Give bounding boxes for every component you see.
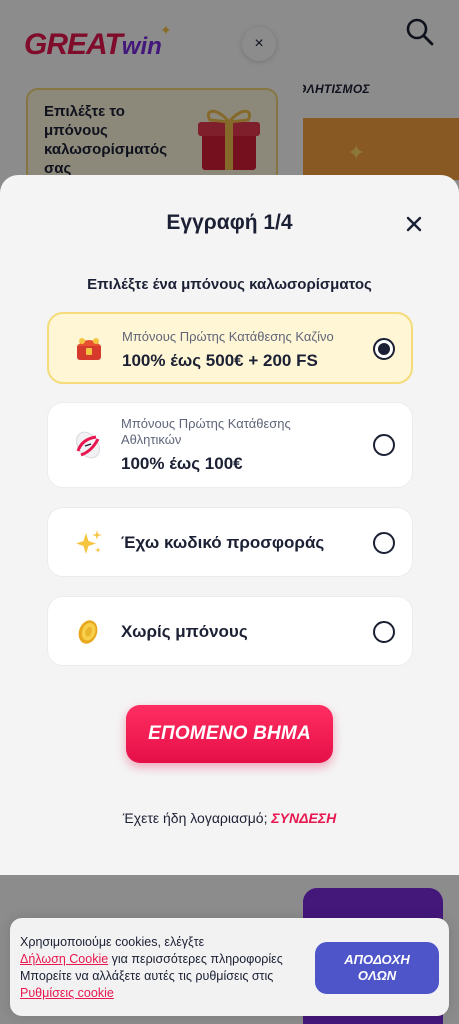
bonus-option-sports-radio[interactable] xyxy=(373,434,395,456)
bonus-option-casino-value: 100% έως 500€ + 200 FS xyxy=(122,351,318,370)
bonus-option-promo-code-radio[interactable] xyxy=(373,532,395,554)
bonus-option-casino-label: Μπόνους Πρώτης Κατάθεσης Καζίνο xyxy=(122,329,334,344)
accept-all-cookies-button[interactable]: ΑΠΟΔΟΧΗ ΟΛΩΝ xyxy=(315,942,439,994)
cookie-policy-link[interactable]: Δήλωση Cookie xyxy=(20,952,108,966)
cookie-banner: Χρησιμοποιούμε cookies, ελέγξτε Δήλωση C… xyxy=(10,918,449,1016)
coin-icon xyxy=(72,616,104,648)
bonus-option-none[interactable]: Χωρίς μπόνους xyxy=(47,596,413,666)
registration-modal: Εγγραφή 1/4 Επιλέξτε ένα μπόνους καλωσορ… xyxy=(0,175,459,875)
close-icon xyxy=(406,216,422,232)
casino-chest-icon xyxy=(73,332,105,364)
cookie-line-3: Μπορείτε να αλλάξετε αυτές τις ρυθμίσεις… xyxy=(20,969,274,983)
bonus-option-none-label: Χωρίς μπόνους xyxy=(121,622,248,641)
bonus-option-promo-code-label: Έχω κωδικό προσφοράς xyxy=(121,533,325,552)
login-prompt: Έχετε ήδη λογαριασμό; xyxy=(122,810,268,826)
bonus-option-casino-radio[interactable] xyxy=(373,338,395,360)
cookie-text: Χρησιμοποιούμε cookies, ελέγξτε Δήλωση C… xyxy=(20,934,320,1002)
next-step-button[interactable]: ΕΠΟΜΕΝΟ ΒΗΜΑ xyxy=(126,705,333,763)
bonus-option-sports-value: 100% έως 100€ xyxy=(121,454,243,473)
football-icon xyxy=(72,429,104,461)
cookie-line-1: Χρησιμοποιούμε cookies, ελέγξτε xyxy=(20,935,205,949)
bonus-option-none-radio[interactable] xyxy=(373,621,395,643)
modal-subtitle: Επιλέξτε ένα μπόνους καλωσορίσματος xyxy=(87,276,372,293)
modal-close-button[interactable] xyxy=(401,211,427,237)
login-row: Έχετε ήδη λογαριασμό; ΣΥΝΔΕΣΗ xyxy=(0,810,459,826)
bonus-option-casino[interactable]: Μπόνους Πρώτης Κατάθεσης Καζίνο 100% έως… xyxy=(47,312,413,384)
bonus-option-promo-code[interactable]: Έχω κωδικό προσφοράς xyxy=(47,507,413,577)
cookie-settings-link[interactable]: Ρυθμίσεις cookie xyxy=(20,986,114,1000)
modal-title: Εγγραφή 1/4 xyxy=(166,211,293,234)
bonus-option-sports[interactable]: Μπόνους Πρώτης Κατάθεσης Αθλητικών 100% … xyxy=(47,402,413,488)
sparkles-icon xyxy=(72,527,104,559)
login-link[interactable]: ΣΥΝΔΕΣΗ xyxy=(271,810,336,826)
bonus-option-sports-label: Μπόνους Πρώτης Κατάθεσης Αθλητικών xyxy=(121,416,291,447)
cookie-line-2: για περισσότερες πληροφορίες xyxy=(108,952,283,966)
